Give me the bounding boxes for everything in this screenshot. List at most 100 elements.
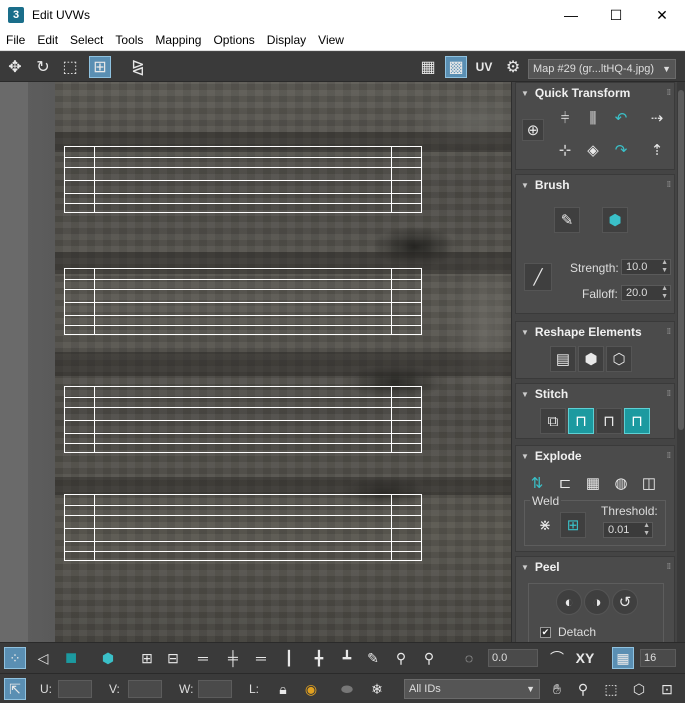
menu-mapping[interactable]: Mapping — [149, 30, 207, 51]
zoom-icon[interactable]: ⚲ — [572, 678, 594, 700]
align-vertical-icon[interactable]: ⫼ — [580, 105, 606, 131]
stitch-custom-icon[interactable]: ⧉ — [540, 408, 566, 434]
relax-icon[interactable]: ⬡ — [606, 346, 632, 372]
straighten-selection-icon[interactable]: ▤ — [550, 346, 576, 372]
grow-selection-icon[interactable]: ⊞ — [136, 647, 158, 669]
lock-icon[interactable]: 🔒︎ — [272, 678, 294, 700]
paint-move-icon[interactable]: ✎ — [554, 207, 580, 233]
polygon-select-icon[interactable]: ■ — [60, 647, 82, 669]
uv-shell[interactable] — [64, 386, 422, 453]
peel-header[interactable]: ▼ Peel ⁞⁞ — [516, 557, 674, 577]
detach-checkbox[interactable]: ✔ — [540, 627, 551, 638]
rotate-icon[interactable]: ↻ — [32, 56, 54, 78]
weld-target-icon[interactable]: ⊞ — [560, 512, 586, 538]
brush-header[interactable]: ▼ Brush ⁞⁞ — [516, 175, 674, 195]
mirror-icon[interactable]: ⧎ — [127, 56, 149, 78]
quick-transform-header[interactable]: ▼ Quick Transform ⁞⁞ — [516, 83, 674, 103]
menu-edit[interactable]: Edit — [31, 30, 64, 51]
panel-scrollbar[interactable] — [677, 82, 685, 642]
close-button[interactable]: ✕ — [639, 0, 685, 30]
ring-select-icon[interactable]: ┻ — [336, 647, 358, 669]
spinner-arrows-icon[interactable]: ▲ ▼ — [661, 259, 668, 275]
rotation-angle-icon[interactable]: ◌ — [458, 647, 480, 669]
grid-size-field[interactable]: 16 — [640, 649, 676, 667]
v-coordinate-field[interactable] — [128, 680, 162, 698]
shrink-brush-icon[interactable]: ⚲ — [418, 647, 440, 669]
element-select-icon[interactable]: ⬢ — [97, 647, 119, 669]
align-horizontal-icon[interactable]: ⫩ — [552, 105, 578, 131]
move-icon[interactable]: ✥ — [4, 56, 26, 78]
menu-tools[interactable]: Tools — [109, 30, 149, 51]
freeze-icon[interactable]: ❄ — [366, 678, 388, 700]
flatten-by-material-icon[interactable]: ◫ — [636, 470, 662, 496]
space-vertical-icon[interactable]: ⇡ — [644, 137, 670, 163]
freeform-mode-icon[interactable]: ⊞ — [89, 56, 111, 78]
uv-editor-viewport[interactable] — [0, 82, 511, 642]
relax-brush-icon[interactable]: ⬢ — [602, 207, 628, 233]
material-id-dropdown[interactable]: All IDs ▼ — [404, 679, 540, 699]
uv-shell[interactable] — [64, 268, 422, 335]
peel-mode-icon[interactable]: ◑ — [584, 589, 610, 615]
quick-peel-icon[interactable]: ◐ — [556, 589, 582, 615]
minimize-button[interactable]: — — [548, 0, 594, 30]
rotation-field[interactable]: 0.0 — [488, 649, 538, 667]
checker-pattern-icon[interactable]: ▦ — [417, 56, 439, 78]
show-map-icon[interactable]: ▩ — [445, 56, 467, 78]
flatten-by-smoothing-icon[interactable]: ◍ — [608, 470, 634, 496]
linear-align-icon[interactable]: ◈ — [580, 137, 606, 163]
stitch-to-target-icon[interactable]: ⊓ — [568, 408, 594, 434]
stitch-average-icon[interactable]: ⊓ — [596, 408, 622, 434]
menu-display[interactable]: Display — [261, 30, 312, 51]
align-to-edge-icon[interactable]: ⊹ — [552, 137, 578, 163]
threshold-spinner[interactable]: 0.01 ▲ ▼ — [603, 522, 653, 538]
menu-options[interactable]: Options — [207, 30, 260, 51]
weld-selected-icon[interactable]: ⋇ — [532, 512, 558, 538]
spinner-arrows-icon[interactable]: ▲ ▼ — [661, 285, 668, 301]
menu-view[interactable]: View — [312, 30, 350, 51]
zoom-region-icon[interactable]: ⬚ — [600, 678, 622, 700]
spinner-arrows-icon[interactable]: ▲ ▼ — [643, 522, 650, 538]
show-hidden-icon[interactable]: ◉ — [300, 678, 322, 700]
ring-grow-icon[interactable]: ═ — [192, 647, 214, 669]
shrink-selection-icon[interactable]: ⊟ — [162, 647, 184, 669]
enlarge-brush-icon[interactable]: ⚲ — [390, 647, 412, 669]
relax-until-flat-icon[interactable]: ⬢ — [578, 346, 604, 372]
menu-file[interactable]: File — [0, 30, 31, 51]
w-coordinate-field[interactable] — [198, 680, 232, 698]
edge-select-icon[interactable]: ◁ — [32, 647, 54, 669]
soft-selection-icon[interactable]: ⌒ — [546, 647, 568, 669]
reshape-elements-header[interactable]: ▼ Reshape Elements ⁞⁞ — [516, 322, 674, 342]
rotate-cw-icon[interactable]: ↷ — [608, 137, 634, 163]
hide-icon[interactable]: ⬬ — [336, 678, 358, 700]
rotate-ccw-icon[interactable]: ↶ — [608, 105, 634, 131]
loop-shrink-icon[interactable]: ┃ — [278, 647, 300, 669]
absolute-offset-icon[interactable]: ⇱ — [4, 678, 26, 700]
u-coordinate-field[interactable] — [58, 680, 92, 698]
paint-select-icon[interactable]: ✎ — [362, 647, 384, 669]
falloff-spinner[interactable]: 20.0 ▲ ▼ — [621, 285, 671, 301]
loop-grow-icon[interactable]: ═ — [250, 647, 272, 669]
scale-icon[interactable]: ⬚ — [59, 56, 81, 78]
flatten-by-polygon-icon[interactable]: ▦ — [580, 470, 606, 496]
zoom-extents-icon[interactable]: ⬡ — [628, 678, 650, 700]
menu-select[interactable]: Select — [64, 30, 109, 51]
space-horizontal-icon[interactable]: ⇢ — [644, 105, 670, 131]
scrollbar-thumb[interactable] — [678, 90, 684, 430]
loop-select-icon[interactable]: ╋ — [308, 647, 330, 669]
ring-shrink-icon[interactable]: ╪ — [222, 647, 244, 669]
uv-shell[interactable] — [64, 494, 422, 561]
maximize-button[interactable]: ☐ — [593, 0, 639, 30]
grid-snap-icon[interactable]: ▦ — [612, 647, 634, 669]
vertex-select-icon[interactable]: ⁘ — [4, 647, 26, 669]
zoom-selected-icon[interactable]: ⊡ — [656, 678, 678, 700]
stitch-to-source-icon[interactable]: ⊓ — [624, 408, 650, 434]
texture-settings-icon[interactable]: ⚙ — [502, 56, 524, 78]
pan-icon[interactable]: ✋︎ — [546, 678, 568, 700]
xy-plane-button[interactable]: XY — [574, 647, 596, 669]
strength-spinner[interactable]: 10.0 ▲ ▼ — [621, 259, 671, 275]
explode-header[interactable]: ▼ Explode ⁞⁞ — [516, 446, 674, 466]
falloff-curve-icon[interactable]: ╱ — [524, 263, 552, 291]
detach-edge-icon[interactable]: ⊏ — [552, 470, 578, 496]
uv-shell[interactable] — [64, 146, 422, 213]
break-icon[interactable]: ⇅ — [524, 470, 550, 496]
